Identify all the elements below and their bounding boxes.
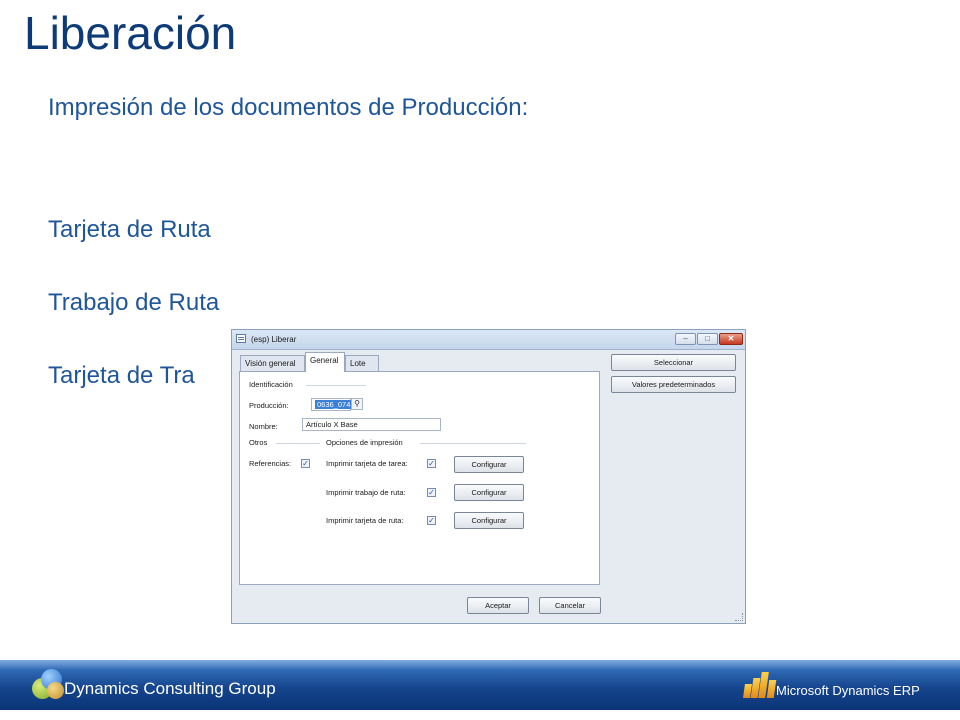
bullet-item: Trabajo de Ruta: [48, 289, 220, 316]
tab-general[interactable]: General: [305, 352, 345, 372]
select-button[interactable]: Seleccionar: [611, 354, 736, 371]
microsoft-dynamics-logo-icon: [742, 668, 777, 698]
section-otros: Otros: [249, 438, 268, 447]
dialog-titlebar[interactable]: (esp) Liberar – □ ✕: [232, 330, 745, 350]
bullet-item: Tarjeta de Tra: [48, 362, 195, 389]
produccion-field[interactable]: 0636_074: [311, 398, 353, 411]
section-opciones-impresion: Opciones de impresión: [326, 438, 403, 447]
resize-grip-icon[interactable]: [735, 613, 743, 621]
print-option-label: Imprimir trabajo de ruta:: [326, 488, 406, 497]
dcg-logo-icon: [28, 665, 68, 705]
brand-name: Microsoft Dynamics ERP: [776, 683, 920, 698]
app-window-icon: [236, 334, 246, 343]
company-name: Dynamics Consulting Group: [64, 679, 276, 698]
tab-panel-general: Identificación Producción: 0636_074 ⚲ No…: [239, 371, 600, 585]
configure-task-card-button[interactable]: Configurar: [454, 456, 524, 473]
section-identificacion: Identificación: [249, 380, 293, 389]
print-option-label: Imprimir tarjeta de tarea:: [326, 459, 408, 468]
footer-sheen: [0, 660, 960, 670]
referencias-checkbox[interactable]: ✓: [301, 459, 310, 468]
liberar-dialog: (esp) Liberar – □ ✕ Visión general Gener…: [231, 329, 746, 624]
print-route-card-checkbox[interactable]: ✓: [427, 516, 436, 525]
ok-button[interactable]: Aceptar: [467, 597, 529, 614]
bullet-item: Tarjeta de Ruta: [48, 216, 211, 243]
print-task-card-checkbox[interactable]: ✓: [427, 459, 436, 468]
print-option-label: Imprimir tarjeta de ruta:: [326, 516, 404, 525]
produccion-label: Producción:: [249, 401, 289, 410]
minimize-button[interactable]: –: [675, 333, 696, 345]
slide-subtitle: Impresión de los documentos de Producció…: [48, 94, 529, 121]
referencias-label: Referencias:: [249, 459, 292, 468]
section-divider: [306, 385, 366, 386]
dialog-title: (esp) Liberar: [251, 335, 297, 344]
nombre-label: Nombre:: [249, 422, 278, 431]
configure-route-card-button[interactable]: Configurar: [454, 512, 524, 529]
defaults-button[interactable]: Valores predeterminados: [611, 376, 736, 393]
tab-lote[interactable]: Lote: [345, 355, 379, 371]
tab-vision-general[interactable]: Visión general: [240, 355, 305, 371]
maximize-button[interactable]: □: [697, 333, 718, 345]
close-button[interactable]: ✕: [719, 333, 743, 345]
section-divider: [420, 443, 526, 444]
slide-title: Liberación: [24, 7, 237, 59]
nombre-field[interactable]: Artículo X Base: [302, 418, 441, 431]
produccion-value: 0636_074: [315, 400, 353, 409]
print-route-job-checkbox[interactable]: ✓: [427, 488, 436, 497]
cancel-button[interactable]: Cancelar: [539, 597, 601, 614]
section-divider: [276, 443, 320, 444]
lookup-icon[interactable]: ⚲: [351, 398, 363, 410]
configure-route-job-button[interactable]: Configurar: [454, 484, 524, 501]
